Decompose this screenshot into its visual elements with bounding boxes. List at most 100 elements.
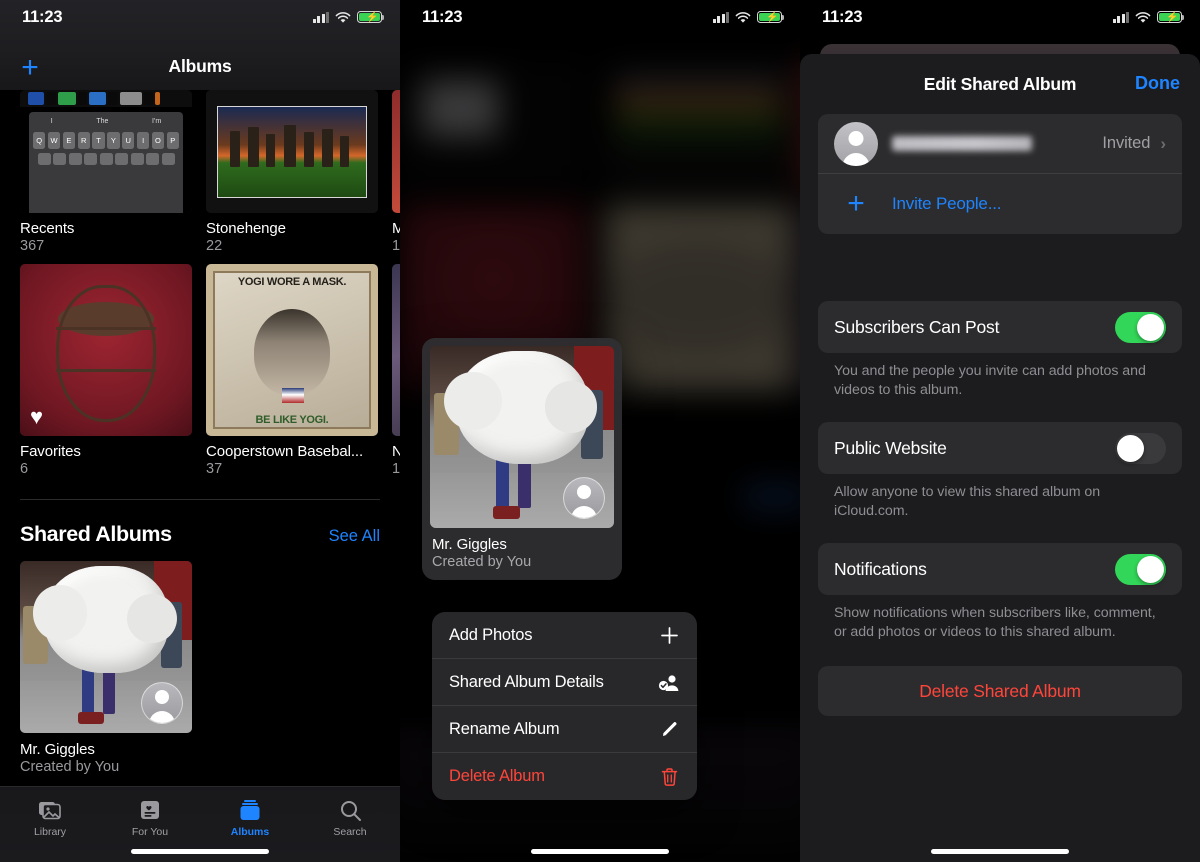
album-thumbnail bbox=[206, 90, 378, 213]
shared-album-cell[interactable]: Mr. Giggles Created by You bbox=[0, 547, 400, 775]
album-count: 13 bbox=[392, 238, 400, 254]
tab-label: Search bbox=[333, 826, 366, 838]
invite-people-row[interactable]: + Invite People... bbox=[818, 174, 1182, 234]
tab-for-you[interactable]: For You bbox=[100, 798, 200, 838]
photo-stack-icon bbox=[38, 798, 62, 822]
subscriber-row[interactable]: Invited › bbox=[818, 114, 1182, 174]
notifications-footer: Show notifications when subscribers like… bbox=[800, 595, 1200, 642]
stonehenge-photo-art bbox=[206, 90, 378, 213]
albums-scroll-area[interactable]: ITheI'm QWERTYUIOP Recents 367 bbox=[0, 90, 400, 786]
album-count: 22 bbox=[206, 238, 378, 254]
album-thumbnail: ITheI'm QWERTYUIOP bbox=[20, 90, 192, 213]
album-title: Favorites bbox=[20, 443, 192, 460]
notifications-toggle[interactable] bbox=[1115, 554, 1166, 585]
context-menu-preview-card: Mr. Giggles Created by You bbox=[422, 338, 622, 580]
status-icons: ⚡ bbox=[1113, 11, 1183, 24]
album-title: Stonehenge bbox=[206, 220, 378, 237]
menu-item-rename-album[interactable]: Rename Album bbox=[432, 706, 697, 753]
pencil-icon bbox=[658, 718, 680, 740]
person-circle-icon bbox=[141, 682, 183, 724]
album-title: M bbox=[392, 220, 400, 237]
shared-albums-header: Shared Albums See All bbox=[0, 500, 400, 547]
tab-albums[interactable]: Albums bbox=[200, 798, 300, 838]
albums-stack-icon bbox=[238, 798, 262, 822]
tab-label: For You bbox=[132, 826, 168, 838]
subscriber-status: Invited bbox=[1102, 134, 1150, 153]
three-panel-screenshot: ITheI'm QWERTYUIOP Recents 367 bbox=[0, 0, 1200, 862]
menu-item-label: Add Photos bbox=[449, 626, 532, 645]
album-count: 37 bbox=[206, 461, 378, 477]
album-thumbnail bbox=[392, 264, 400, 436]
shared-album-name: Mr. Giggles bbox=[20, 741, 380, 758]
subscribers-can-post-toggle[interactable] bbox=[1115, 312, 1166, 343]
album-cell[interactable]: ♥ Favorites 6 bbox=[20, 264, 192, 477]
cellular-signal-icon bbox=[1113, 12, 1130, 23]
subscribers-can-post-group: Subscribers Can Post bbox=[818, 301, 1182, 353]
people-group: Invited › + Invite People... bbox=[818, 114, 1182, 234]
album-title: N bbox=[392, 443, 400, 460]
done-button[interactable]: Done bbox=[1135, 73, 1180, 94]
menu-item-shared-album-details[interactable]: Shared Album Details bbox=[432, 659, 697, 706]
setting-label: Subscribers Can Post bbox=[834, 317, 999, 338]
shared-album-subtitle: Created by You bbox=[20, 759, 380, 775]
menu-item-delete-album[interactable]: Delete Album bbox=[432, 753, 697, 800]
invite-people-label: Invite People... bbox=[892, 194, 1001, 214]
catchers-mask-photo-art bbox=[20, 264, 192, 436]
public-website-row[interactable]: Public Website bbox=[818, 422, 1182, 474]
notifications-row[interactable]: Notifications bbox=[818, 543, 1182, 595]
subscriber-name-redacted bbox=[892, 136, 1032, 151]
album-thumbnail bbox=[392, 90, 400, 213]
albums-grid: ITheI'm QWERTYUIOP Recents 367 bbox=[0, 90, 400, 477]
album-cell[interactable]: Stonehenge 22 bbox=[206, 90, 378, 254]
public-website-toggle[interactable] bbox=[1115, 433, 1166, 464]
subscribers-can-post-footer: You and the people you invite can add ph… bbox=[800, 353, 1200, 400]
album-title: Cooperstown Basebal... bbox=[206, 443, 378, 460]
setting-label: Public Website bbox=[834, 438, 947, 459]
context-menu: Add Photos Shared Album Details Rename A… bbox=[432, 612, 697, 800]
person-badge-icon bbox=[658, 671, 680, 693]
status-time: 11:23 bbox=[822, 8, 862, 27]
album-title: Recents bbox=[20, 220, 192, 237]
tab-label: Albums bbox=[231, 826, 270, 838]
menu-item-add-photos[interactable]: Add Photos bbox=[432, 612, 697, 659]
panel-edit-shared-album: Edit Shared Album Done Invited › + Invit… bbox=[800, 0, 1200, 862]
see-all-link[interactable]: See All bbox=[329, 527, 380, 546]
battery-charging-icon: ⚡ bbox=[1157, 11, 1182, 24]
for-you-card-icon bbox=[139, 798, 161, 822]
heart-icon: ♥ bbox=[30, 406, 43, 428]
panel-albums-list: ITheI'm QWERTYUIOP Recents 367 bbox=[0, 0, 400, 862]
album-cell[interactable]: YOGI WORE A MASK. BE LIKE YOGI. Cooperst… bbox=[206, 264, 378, 477]
home-indicator bbox=[531, 849, 669, 854]
menu-item-label: Shared Album Details bbox=[449, 673, 604, 692]
public-website-group: Public Website bbox=[818, 422, 1182, 474]
album-cell[interactable]: M 13 bbox=[392, 90, 400, 254]
wifi-icon bbox=[1135, 11, 1151, 23]
plus-icon bbox=[658, 624, 680, 646]
home-indicator bbox=[931, 849, 1069, 854]
panel-context-menu: Mr. Giggles Created by You Add Photos Sh… bbox=[400, 0, 800, 862]
person-circle-icon bbox=[834, 122, 878, 166]
tab-label: Library bbox=[34, 826, 66, 838]
tab-search[interactable]: Search bbox=[300, 798, 400, 838]
tab-library[interactable]: Library bbox=[0, 798, 100, 838]
album-thumbnail: YOGI WORE A MASK. BE LIKE YOGI. bbox=[206, 264, 378, 436]
album-cell[interactable]: ITheI'm QWERTYUIOP Recents 367 bbox=[20, 90, 192, 254]
keyboard-screenshot-art: ITheI'm QWERTYUIOP bbox=[20, 90, 192, 213]
menu-item-label: Delete Album bbox=[449, 767, 545, 786]
album-photo-art bbox=[392, 264, 400, 436]
album-count: 6 bbox=[20, 461, 192, 477]
chevron-right-icon: › bbox=[1160, 134, 1166, 154]
menu-item-label: Rename Album bbox=[449, 720, 559, 739]
public-website-footer: Allow anyone to view this shared album o… bbox=[800, 474, 1200, 521]
status-bar: 11:23 ⚡ bbox=[800, 0, 1200, 34]
delete-shared-album-button[interactable]: Delete Shared Album bbox=[818, 666, 1182, 716]
album-count: 15 bbox=[392, 461, 400, 477]
album-cell[interactable]: N 15 bbox=[392, 264, 400, 477]
subscribers-can-post-row[interactable]: Subscribers Can Post bbox=[818, 301, 1182, 353]
trash-icon bbox=[658, 766, 680, 788]
setting-label: Notifications bbox=[834, 559, 927, 580]
section-title: Shared Albums bbox=[20, 522, 172, 547]
home-indicator bbox=[131, 849, 269, 854]
notifications-group: Notifications bbox=[818, 543, 1182, 595]
page-title: Albums bbox=[0, 56, 400, 77]
